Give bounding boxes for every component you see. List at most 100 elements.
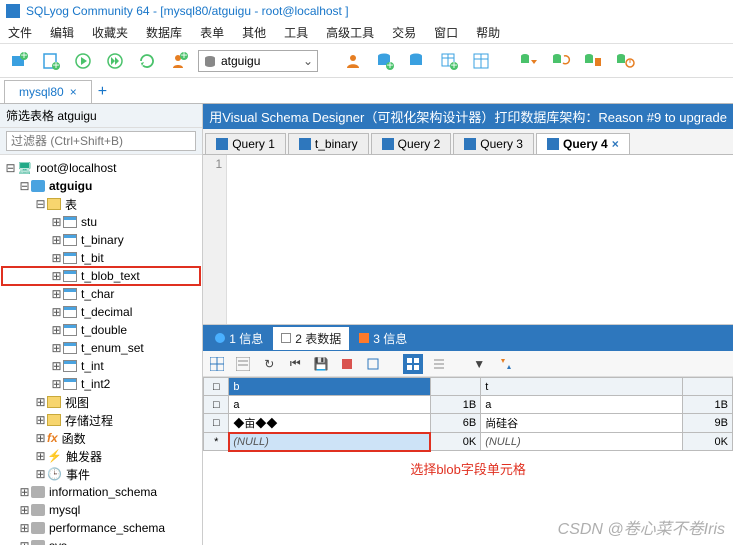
new-connection-icon[interactable]: + (6, 48, 32, 74)
execute-icon[interactable] (70, 48, 96, 74)
table-icon[interactable] (468, 48, 494, 74)
user-plus-icon[interactable]: + (166, 48, 192, 74)
db-add-icon[interactable]: + (372, 48, 398, 74)
menu-tools[interactable]: 工具 (284, 24, 308, 41)
col-header-t[interactable]: t (481, 378, 682, 396)
tree-table-stu[interactable]: ⊞stu (2, 213, 200, 231)
result-tabs: 1 信息 2 表数据 3 信息 (203, 325, 733, 351)
filter-input[interactable] (6, 131, 196, 151)
sql-editor[interactable]: 1 (203, 155, 733, 325)
menu-help[interactable]: 帮助 (476, 24, 500, 41)
tree-tables[interactable]: ⊟表 (2, 195, 200, 213)
promo-banner[interactable]: 用Visual Schema Designer（可视化架构设计器）打印数据库架构… (203, 104, 733, 129)
delete-row-icon[interactable] (363, 354, 383, 374)
refresh-icon[interactable] (134, 48, 160, 74)
user-icon[interactable] (340, 48, 366, 74)
menu-file[interactable]: 文件 (8, 24, 32, 41)
menu-advtools[interactable]: 高级工具 (326, 24, 374, 41)
select-all-checkbox[interactable]: □ (204, 378, 229, 396)
filter-icon[interactable]: ▼ (469, 354, 489, 374)
app-icon (6, 4, 20, 18)
svg-text:+: + (180, 52, 187, 62)
tree-table-t_char[interactable]: ⊞t_char (2, 285, 200, 303)
query-tab[interactable]: Query 3 (453, 133, 534, 154)
tree-server[interactable]: ⊟🖥root@localhost (2, 159, 200, 177)
connection-tab-label: mysql80 (19, 85, 64, 99)
close-icon[interactable]: × (612, 137, 619, 151)
save-icon[interactable]: 💾 (311, 354, 331, 374)
tree-funcs[interactable]: ⊞fx函数 (2, 429, 200, 447)
query-icon (464, 138, 476, 150)
grid-view-icon[interactable] (207, 354, 227, 374)
schedule-icon[interactable] (612, 48, 638, 74)
chevron-down-icon: ⌄ (303, 54, 313, 68)
tree-procs[interactable]: ⊞存储过程 (2, 411, 200, 429)
tree-table-t_double[interactable]: ⊞t_double (2, 321, 200, 339)
svg-text:+: + (52, 58, 59, 70)
refresh-grid-icon[interactable]: ↻ (259, 354, 279, 374)
tree-db[interactable]: ⊟atguigu (2, 177, 200, 195)
tree-db-information_schema[interactable]: ⊞information_schema (2, 483, 200, 501)
watermark: CSDN @卷心菜不卷Iris (558, 515, 725, 539)
sync-icon[interactable] (516, 48, 542, 74)
insert-row-icon[interactable] (337, 354, 357, 374)
sort-icon[interactable] (495, 354, 515, 374)
tree-trig[interactable]: ⊞⚡触发器 (2, 447, 200, 465)
svg-text:+: + (386, 58, 393, 70)
tree-table-t_int[interactable]: ⊞t_int (2, 357, 200, 375)
result-tab-info1[interactable]: 1 信息 (207, 327, 271, 350)
text-mode-icon[interactable] (429, 354, 449, 374)
query-icon (299, 138, 311, 150)
menu-edit[interactable]: 编辑 (50, 24, 74, 41)
query-tab[interactable]: Query 1 (205, 133, 286, 154)
sync2-icon[interactable] (548, 48, 574, 74)
title-bar: SQLyog Community 64 - [mysql80/atguigu -… (0, 0, 733, 22)
menu-table[interactable]: 表单 (200, 24, 224, 41)
new-query-icon[interactable]: + (38, 48, 64, 74)
table-add-icon[interactable]: + (436, 48, 462, 74)
query-icon (216, 138, 228, 150)
add-connection-button[interactable]: + (92, 81, 113, 103)
main-toolbar: + + + atguigu ⌄ + + (0, 44, 733, 78)
object-tree[interactable]: ⊟🖥root@localhost ⊟atguigu ⊟表 ⊞stu⊞t_bina… (0, 155, 202, 545)
menu-trans[interactable]: 交易 (392, 24, 416, 41)
result-tab-info3[interactable]: 3 信息 (351, 327, 415, 350)
tree-table-t_bit[interactable]: ⊞t_bit (2, 249, 200, 267)
menu-other[interactable]: 其他 (242, 24, 266, 41)
close-icon[interactable]: × (70, 85, 77, 99)
result-tab-data[interactable]: 2 表数据 (273, 327, 349, 350)
tree-table-t_blob_text[interactable]: ⊞t_blob_text (2, 267, 200, 285)
tree-table-t_decimal[interactable]: ⊞t_decimal (2, 303, 200, 321)
filter-label: 筛选表格 atguigu (6, 109, 97, 123)
first-icon[interactable]: ⏮ (285, 354, 305, 374)
tree-table-t_enum_set[interactable]: ⊞t_enum_set (2, 339, 200, 357)
query-tab[interactable]: t_binary (288, 133, 369, 154)
tree-table-t_int2[interactable]: ⊞t_int2 (2, 375, 200, 393)
grid-toolbar: ↻ ⏮ 💾 ▼ (203, 351, 733, 377)
query-tab[interactable]: Query 4× (536, 133, 630, 154)
gutter: 1 (203, 155, 227, 324)
menu-fav[interactable]: 收藏夹 (92, 24, 128, 41)
col-header-b[interactable]: b (229, 378, 430, 396)
query-tab[interactable]: Query 2 (371, 133, 452, 154)
tree-db-mysql[interactable]: ⊞mysql (2, 501, 200, 519)
tree-table-t_binary[interactable]: ⊞t_binary (2, 231, 200, 249)
tree-views[interactable]: ⊞视图 (2, 393, 200, 411)
connection-tab[interactable]: mysql80 × (4, 80, 92, 103)
menu-database[interactable]: 数据库 (146, 24, 182, 41)
data-grid[interactable]: □ b t □a1Ba1B□◆亩◆◆6B尚硅谷9B*(NULL)0K(NULL)… (203, 377, 733, 451)
db-tool-icon[interactable] (404, 48, 430, 74)
table-row[interactable]: □◆亩◆◆6B尚硅谷9B (204, 414, 733, 433)
query-icon (382, 138, 394, 150)
table-row[interactable]: *(NULL)0K(NULL)0K (204, 433, 733, 451)
tree-db-performance_schema[interactable]: ⊞performance_schema (2, 519, 200, 537)
tree-db-sys[interactable]: ⊞sys (2, 537, 200, 545)
table-row[interactable]: □a1Ba1B (204, 396, 733, 414)
menu-window[interactable]: 窗口 (434, 24, 458, 41)
form-view-icon[interactable] (233, 354, 253, 374)
execute-all-icon[interactable] (102, 48, 128, 74)
sync3-icon[interactable] (580, 48, 606, 74)
tree-event[interactable]: ⊞🕒事件 (2, 465, 200, 483)
database-combo[interactable]: atguigu ⌄ (198, 50, 318, 72)
grid-mode-icon[interactable] (403, 354, 423, 374)
